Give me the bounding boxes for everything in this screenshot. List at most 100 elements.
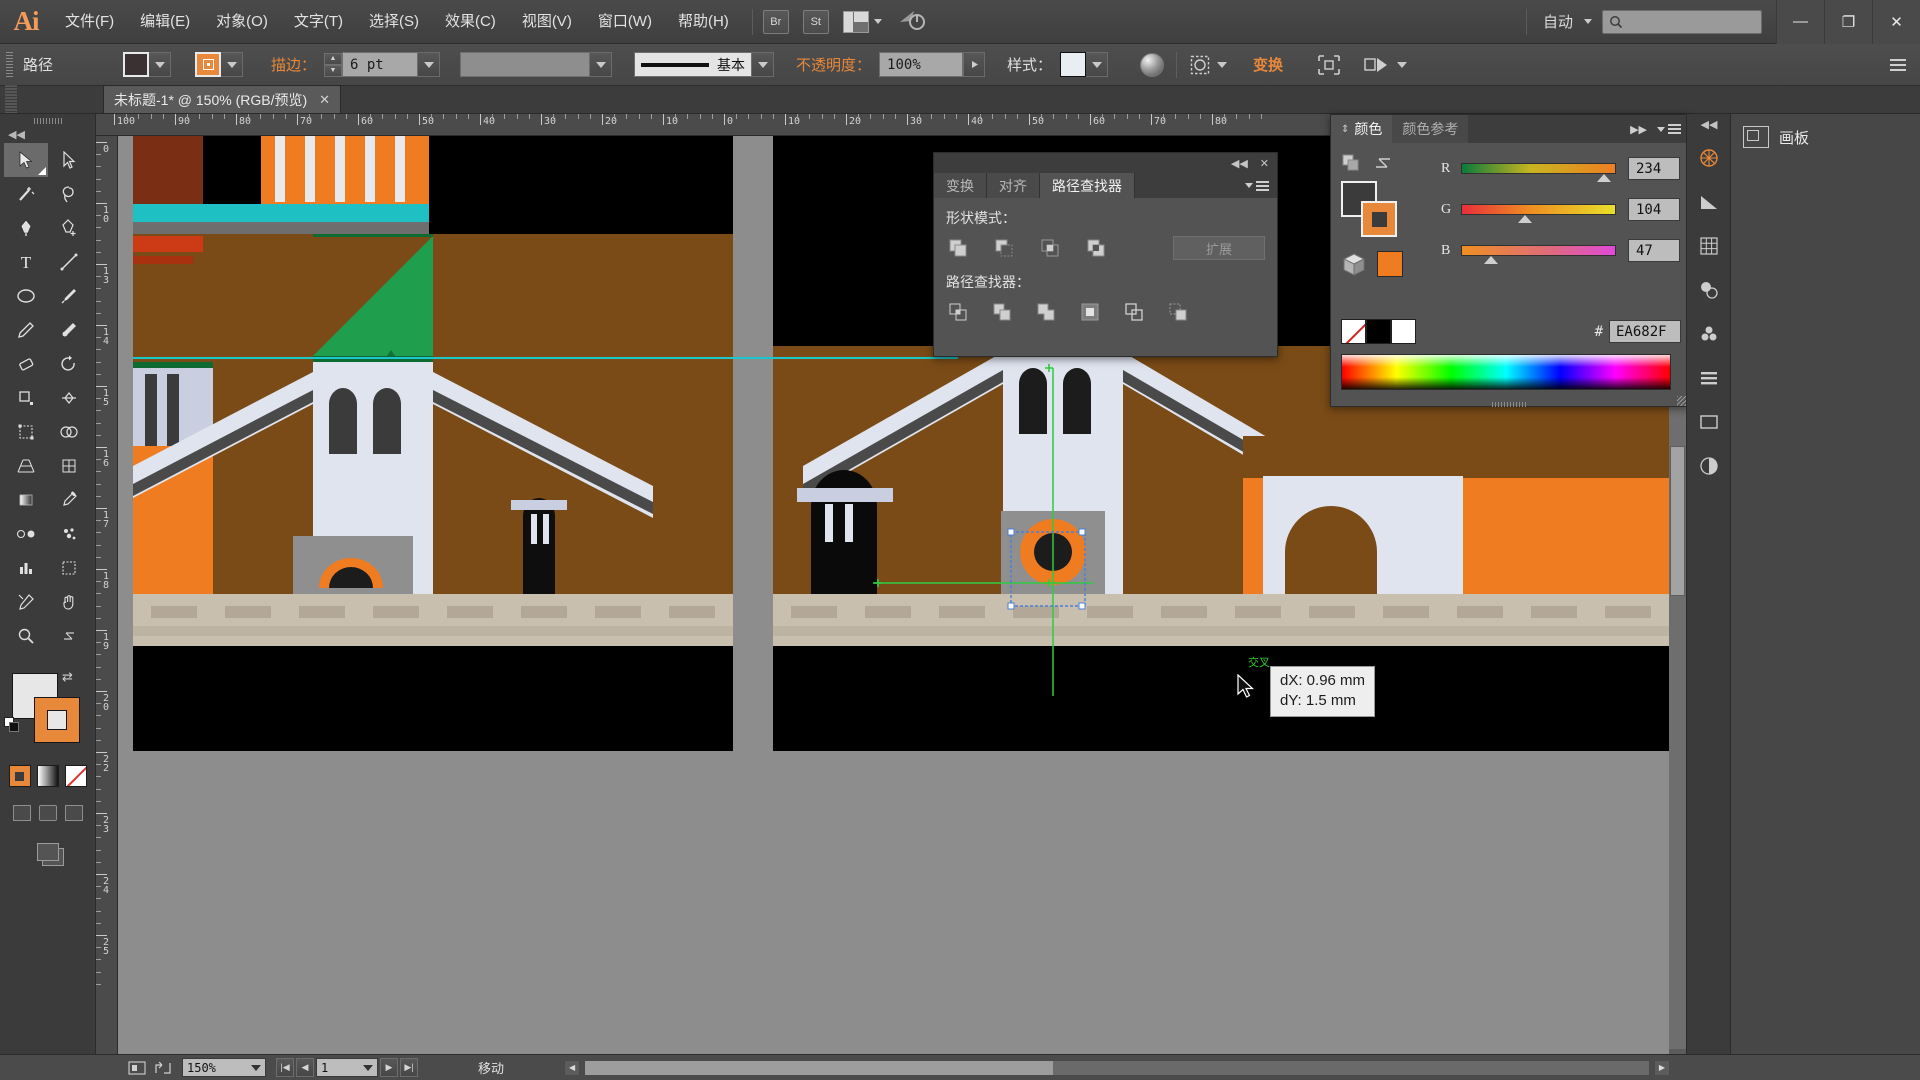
slider-thumb-b[interactable] [1484,256,1498,264]
minus-front-button[interactable] [992,236,1016,260]
slider-value-r[interactable]: 234 [1628,157,1680,180]
horizontal-scrollbar[interactable] [584,1059,1650,1076]
pathfinder-titlebar[interactable]: ◀◀ ✕ [934,153,1277,173]
lasso-tool[interactable] [48,177,92,211]
stroke-weight-stepper[interactable]: ▲ ▼ [324,52,343,77]
horizontal-scroll-thumb-left[interactable] [585,1060,1054,1075]
document-tab[interactable]: 未标题-1* @ 150% (RGB/预览) ✕ [103,85,342,113]
graphic-style-swatch[interactable] [1060,52,1087,77]
slider-track-g[interactable] [1461,204,1616,223]
color-panel-menu-icon[interactable] [1657,124,1681,134]
free-transform-tool[interactable] [4,415,48,449]
tab-align[interactable]: 对齐 [987,173,1040,198]
document-tab-grip[interactable] [5,85,17,113]
zoom-chevron-icon[interactable] [251,1064,261,1071]
minimize-button[interactable]: — [1776,0,1824,44]
menu-file[interactable]: 文件(F) [52,0,127,44]
tab-color-guide[interactable]: 颜色参考 [1392,115,1469,143]
color-panel-stroke-swatch[interactable] [1361,201,1397,237]
add-anchor-point-tool[interactable] [48,211,92,245]
zoom-level-input[interactable]: 150% [182,1058,266,1077]
brush-definition-field[interactable]: 基本 [634,52,753,77]
draw-normal-button[interactable] [12,805,31,821]
artboard-1[interactable] [133,136,733,751]
artboards-icon[interactable] [1687,400,1731,444]
selection-tool[interactable] [4,143,48,177]
column-graph-tool[interactable] [4,551,48,585]
stroke-weight-value[interactable]: 6 pt [342,52,419,77]
appearance-icon[interactable] [1687,312,1731,356]
control-bar-grip[interactable] [6,51,13,78]
blob-brush-tool[interactable] [48,313,92,347]
tab-color[interactable]: ⇕ 颜色 [1331,115,1393,143]
slider-track-b[interactable] [1461,245,1616,264]
direct-selection-tool[interactable] [48,143,92,177]
color-spectrum-bar[interactable] [1341,354,1671,390]
color-panel-expand-icon[interactable]: ▶▶ [1630,123,1647,136]
selection-preview-icon[interactable] [1363,54,1389,76]
minus-back-button[interactable] [1166,300,1190,324]
color-panel[interactable]: ⇕ 颜色 颜色参考 ▶▶ R 234 G 104 B 47 # EA682F [1330,114,1690,407]
menu-window[interactable]: 窗口(W) [585,0,665,44]
hex-input[interactable]: EA682F [1609,320,1681,343]
control-bar-menu-icon[interactable] [1890,58,1906,71]
opacity-dropdown[interactable] [963,52,986,77]
ellipse-tool[interactable] [4,279,48,313]
default-fill-stroke-icon[interactable] [4,717,19,732]
fill-stroke-toggle-icon[interactable] [1341,153,1361,173]
merge-button[interactable] [1034,300,1058,324]
status-share-icon[interactable] [150,1055,176,1080]
maximize-button[interactable]: ❐ [1824,0,1872,44]
opacity-label[interactable]: 不透明度： [796,54,871,75]
first-page-button[interactable]: |◀ [276,1058,294,1077]
hscroll-left-icon[interactable]: ◀ [564,1059,581,1076]
draw-behind-button[interactable] [38,805,57,821]
black-swatch[interactable] [1366,319,1391,344]
isolate-chevron-icon[interactable] [1217,61,1228,68]
eyedropper-tool[interactable] [48,483,92,517]
unite-button[interactable] [946,236,970,260]
fill-dropdown-button[interactable] [149,52,171,77]
stock-icon[interactable]: St [802,9,829,34]
status-document-icon[interactable] [124,1055,150,1080]
recolor-artwork-icon[interactable] [1140,52,1165,77]
screen-mode-button[interactable] [0,843,95,861]
crop-button[interactable] [1078,300,1102,324]
fill-color-control[interactable] [123,52,171,77]
prev-page-button[interactable]: ◀ [296,1058,314,1077]
pen-tool[interactable] [4,211,48,245]
white-swatch[interactable] [1391,319,1416,344]
blend-tool[interactable] [4,517,48,551]
last-page-button[interactable]: ▶| [400,1058,418,1077]
pathfinder-close-icon[interactable]: ✕ [1260,157,1269,170]
artboard-panel[interactable]: 画板 [1730,114,1920,1066]
graphic-style-control[interactable] [1060,52,1109,77]
graphic-styles-icon[interactable] [1687,268,1731,312]
color-mode-button[interactable] [8,765,31,787]
layers-icon[interactable] [1687,356,1731,400]
none-swatch[interactable] [1341,319,1366,344]
scale-tool[interactable] [4,381,48,415]
intersect-button[interactable] [1038,236,1062,260]
workspace-switcher[interactable]: 自动 [1537,11,1579,32]
page-chevron-icon[interactable] [363,1064,373,1071]
toolbox-collapse-icon[interactable]: ◀◀ [0,128,95,141]
document-tab-close-icon[interactable]: ✕ [319,92,330,108]
fill-swatch[interactable] [123,52,149,77]
mesh-tool[interactable] [48,449,92,483]
type-tool[interactable]: T [4,245,48,279]
none-mode-button[interactable] [64,765,87,787]
opacity-value[interactable]: 100% [879,52,964,77]
search-input[interactable] [1602,9,1762,34]
toolbox-stroke-swatch[interactable] [34,697,80,743]
isolate-selected-object-icon[interactable] [1189,54,1211,76]
variable-width-profile-field[interactable] [460,52,591,77]
symbols-icon[interactable] [1687,180,1731,224]
pathfinder-panel[interactable]: ◀◀ ✕ 变换 对齐 路径查找器 形状模式： 扩展 路径查找器： [933,152,1278,357]
menu-view[interactable]: 视图(V) [509,0,585,44]
menu-effect[interactable]: 效果(C) [432,0,509,44]
close-button[interactable]: ✕ [1872,0,1920,44]
align-to-selection-icon[interactable] [1317,54,1341,76]
tab-pathfinder[interactable]: 路径查找器 [1040,173,1135,198]
menu-help[interactable]: 帮助(H) [665,0,742,44]
